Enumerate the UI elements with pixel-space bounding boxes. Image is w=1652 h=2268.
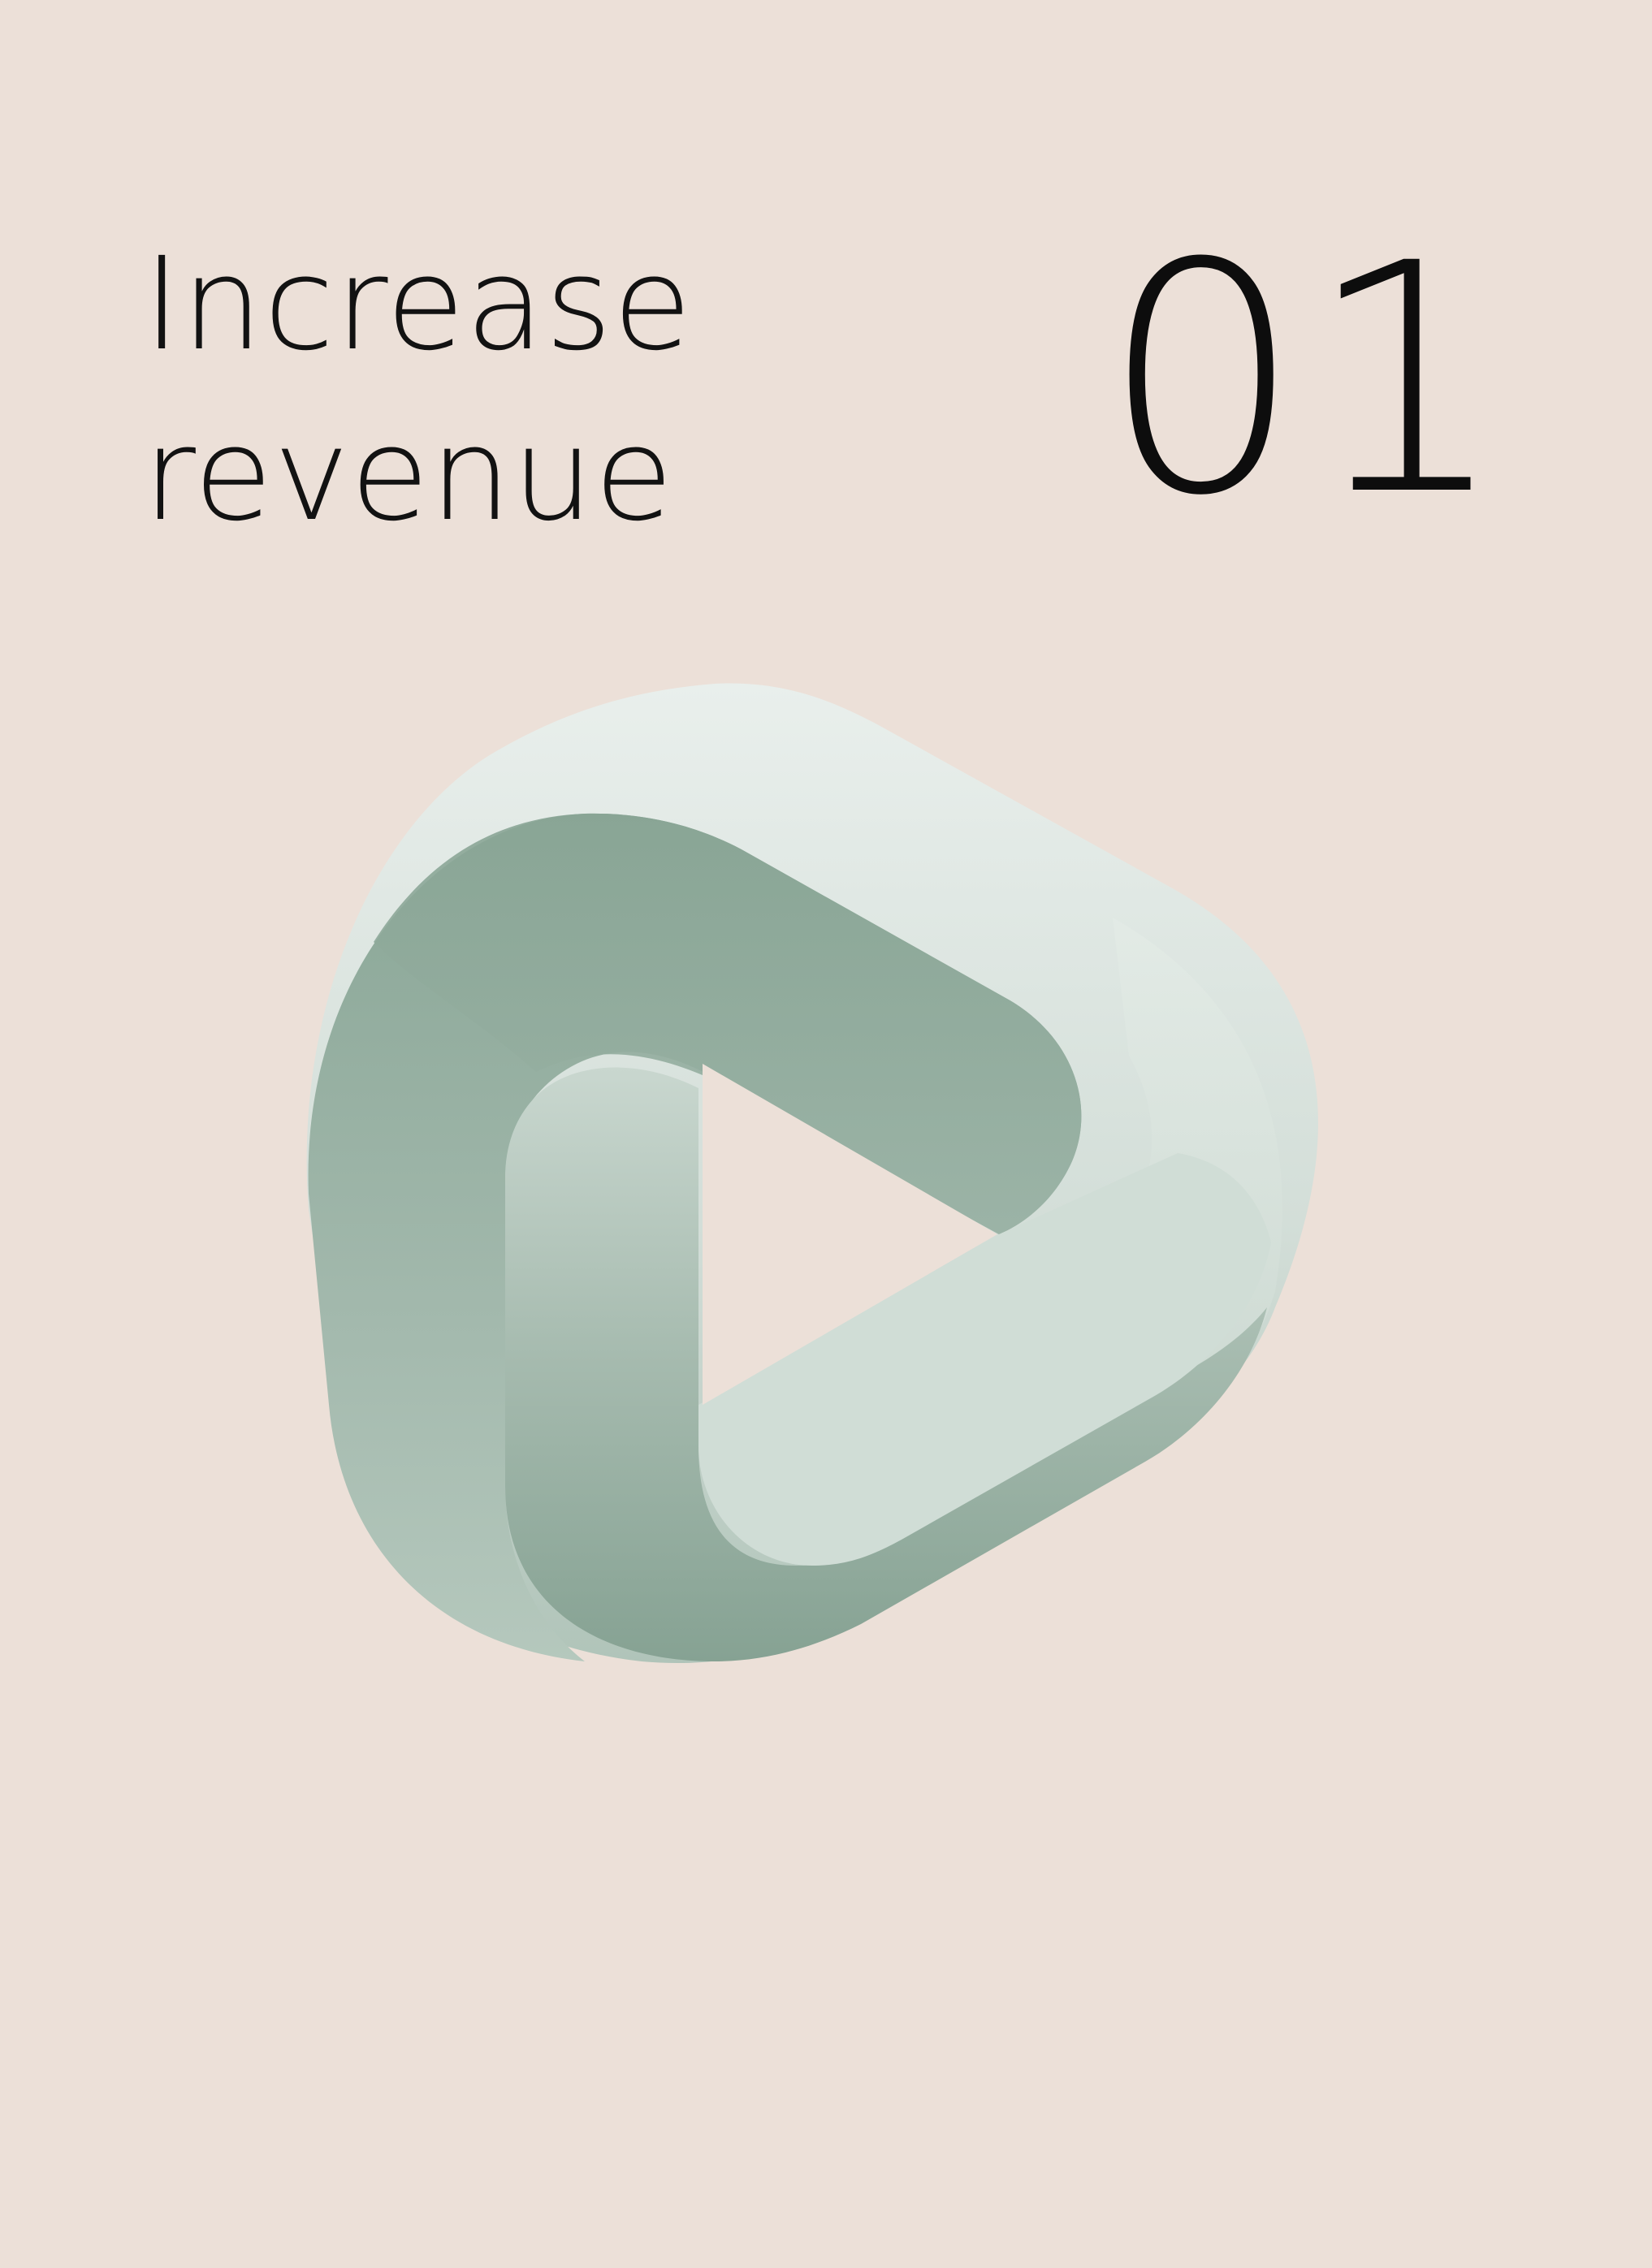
card-number: 01 xyxy=(1101,196,1511,564)
card-title-line-1: Increase xyxy=(143,230,693,379)
card-title: Increase revenue xyxy=(143,219,693,560)
play-loop-logo-icon xyxy=(292,674,1364,1770)
card-title-line-2: revenue xyxy=(143,400,674,550)
feature-card: Increase revenue 01 xyxy=(0,0,1652,2268)
